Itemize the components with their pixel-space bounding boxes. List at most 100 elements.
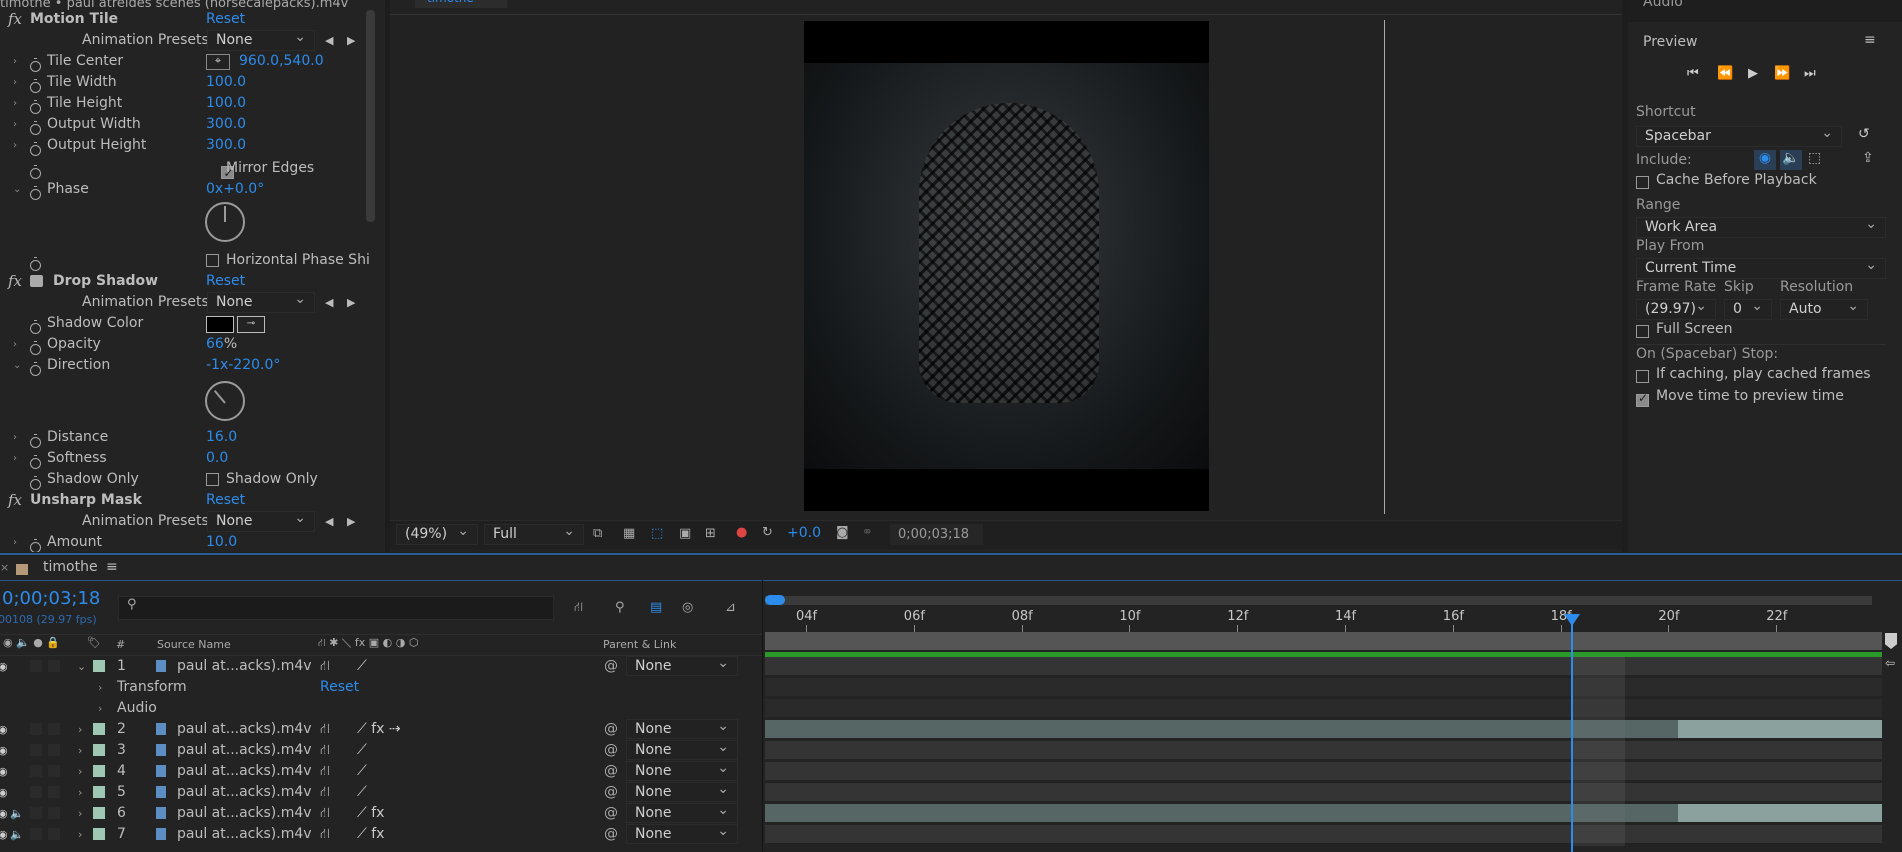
next-preset-icon[interactable]: ▶ (347, 511, 355, 532)
prop-direction[interactable]: ⌄ Direction -1x-220.0° (0, 355, 385, 376)
pick-whip-icon[interactable]: @ (604, 782, 618, 803)
full-screen-checkbox[interactable] (1636, 325, 1649, 338)
layer-label-color[interactable] (93, 744, 105, 756)
audio-group-row[interactable]: › Audio (0, 698, 762, 719)
output-width-value[interactable]: 300.0 (206, 114, 246, 135)
layer-clip-bar[interactable] (765, 762, 1882, 780)
prev-preset-icon[interactable]: ◀ (325, 30, 333, 51)
move-time-checkbox[interactable] (1636, 391, 1649, 407)
expand-chevron-icon[interactable]: › (98, 677, 102, 698)
lock-toggle[interactable] (48, 744, 60, 756)
comp-flowchart-icon[interactable]: ⛙ (574, 600, 583, 617)
last-frame-icon[interactable]: ⏭ (1804, 66, 1816, 81)
transparency-grid-icon[interactable]: ▦ (623, 526, 635, 541)
prop-tile-width[interactable]: › Tile Width 100.0 (0, 72, 385, 93)
transform-group-row[interactable]: › Transform Reset (0, 677, 762, 698)
current-time-display[interactable]: 0;00;03;18 (2, 588, 100, 609)
quality-switch-icon[interactable]: ⟋ (357, 740, 367, 761)
eye-icon[interactable]: ◉ (0, 719, 8, 740)
quality-switch-icon[interactable]: ⟋ fx (357, 824, 384, 845)
frame-blending-icon[interactable]: ◎ (682, 600, 693, 615)
cache-before-checkbox[interactable] (1636, 176, 1649, 189)
prop-tile-center[interactable]: › Tile Center ⌖ 960.0,540.0 (0, 51, 385, 72)
layer-label-color[interactable] (93, 723, 105, 735)
layer-source-name[interactable]: paul at...acks).m4v (177, 803, 312, 824)
shy-switch-icon[interactable]: ⛙ (320, 782, 330, 803)
opacity-value[interactable]: 66 (206, 336, 224, 352)
if-caching-checkbox[interactable] (1636, 370, 1649, 383)
shy-switch-icon[interactable]: ⛙ (320, 740, 330, 761)
animation-presets-dropdown[interactable]: None (207, 290, 315, 313)
effect-unsharp-mask[interactable]: fx Unsharp Mask Reset (0, 490, 385, 511)
parent-dropdown[interactable]: None (626, 780, 738, 802)
eye-icon[interactable]: ◉ (0, 656, 8, 677)
layer-source-name[interactable]: paul at...acks).m4v (177, 719, 312, 740)
comp-tab-name[interactable]: timothe (43, 559, 98, 575)
crosshair-icon[interactable]: ⌖ (206, 54, 230, 70)
video-frame[interactable] (804, 21, 1209, 511)
viewer-timecode[interactable]: 0;00;03;18 (890, 524, 983, 545)
effect-drop-shadow[interactable]: fx Drop Shadow Reset (0, 271, 385, 292)
timeline-search-input[interactable]: ⚲ (118, 596, 554, 620)
prop-distance[interactable]: › Distance 16.0 (0, 427, 385, 448)
parent-dropdown[interactable]: None (626, 759, 738, 781)
exposure-reset-icon[interactable]: ↻ (762, 525, 773, 540)
prop-mirror-edges[interactable]: Mirror Edges (0, 158, 385, 184)
layer-clip-bar[interactable] (765, 741, 1882, 759)
eyedropper-icon[interactable]: ⊸ (237, 316, 265, 333)
eye-icon[interactable]: ◉ (0, 782, 8, 803)
hide-shy-layers-icon[interactable]: ▤ (650, 600, 662, 615)
stopwatch-icon[interactable] (30, 475, 41, 490)
layer-clip-highlight[interactable] (1678, 720, 1882, 738)
parent-dropdown[interactable]: None (626, 738, 738, 760)
lock-toggle[interactable] (48, 723, 60, 735)
stopwatch-icon[interactable] (30, 99, 41, 114)
stopwatch-icon[interactable] (30, 164, 41, 179)
layer-source-name[interactable]: paul at...acks).m4v (177, 656, 312, 677)
layer-label-color[interactable] (93, 660, 105, 672)
phase-value[interactable]: 0x+0.0° (206, 179, 264, 200)
include-video-icon[interactable]: ◉ (1754, 150, 1776, 170)
reset-link[interactable]: Reset (206, 271, 245, 292)
layer-source-name[interactable]: paul at...acks).m4v (177, 824, 312, 845)
quality-switch-icon[interactable]: ⟋ (357, 761, 367, 782)
speaker-icon[interactable]: 🔈 (10, 824, 24, 845)
expand-chevron-icon[interactable]: ⌄ (77, 656, 86, 677)
layer-label-color[interactable] (93, 807, 105, 819)
expand-chevron-icon[interactable]: › (78, 719, 82, 740)
layer-source-name[interactable]: paul at...acks).m4v (177, 761, 312, 782)
draft-3d-icon[interactable]: ⚲ (615, 600, 625, 615)
close-tab-icon[interactable]: × (0, 561, 9, 574)
shy-switch-icon[interactable]: ⛙ (320, 656, 330, 677)
layer-clip-bar[interactable] (765, 657, 1882, 675)
shy-switch-icon[interactable]: ⛙ (320, 824, 330, 845)
navigator-start-handle[interactable] (765, 595, 785, 605)
comp-marker-icon[interactable]: ⇦ (1885, 656, 1895, 670)
layer-source-name[interactable]: paul at...acks).m4v (177, 782, 312, 803)
time-navigator[interactable] (765, 595, 1872, 605)
snapshot-icon[interactable]: ◙ (836, 525, 849, 540)
layer-row[interactable]: ◉ › 4 paul at...acks).m4v ⛙ ⟋ @ None (0, 759, 762, 782)
stopwatch-icon[interactable] (30, 361, 41, 376)
shy-switch-icon[interactable]: ⛙ (320, 803, 330, 824)
resolution-preview-dropdown[interactable]: Auto (1780, 297, 1868, 320)
tile-width-value[interactable]: 100.0 (206, 72, 246, 93)
play-from-dropdown[interactable]: Current Time (1636, 256, 1886, 279)
panel-menu-icon[interactable]: ≡ (1864, 32, 1876, 48)
next-preset-icon[interactable]: ▶ (347, 292, 355, 313)
shy-switch-icon[interactable]: ⛙ (320, 761, 330, 782)
playhead-line[interactable] (1571, 614, 1573, 852)
eye-icon[interactable]: ◉ (0, 803, 8, 824)
effect-motion-tile[interactable]: fx Motion Tile Reset (0, 9, 385, 30)
parent-dropdown[interactable]: None (626, 801, 738, 823)
shortcut-dropdown[interactable]: Spacebar (1636, 124, 1842, 147)
solo-toggle[interactable] (30, 786, 42, 798)
play-icon[interactable]: ▶ (1748, 66, 1758, 81)
layer-label-color[interactable] (93, 828, 105, 840)
horizontal-phase-checkbox[interactable] (206, 254, 219, 267)
viewer-tab[interactable]: timothe (415, 0, 507, 8)
layer-row[interactable]: ◉ › 3 paul at...acks).m4v ⛙ ⟋ @ None (0, 738, 762, 761)
layer-clip-bar[interactable] (765, 783, 1882, 801)
eye-icon[interactable]: ◉ (0, 761, 8, 782)
solo-toggle[interactable] (30, 765, 42, 777)
